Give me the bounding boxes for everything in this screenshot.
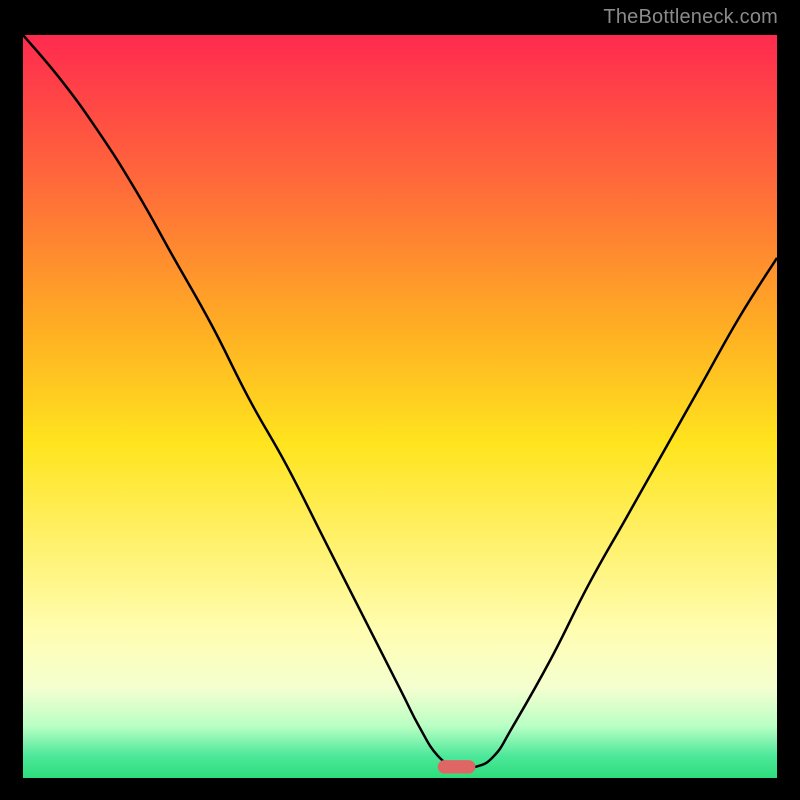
plot-svg <box>23 35 777 778</box>
plot-area <box>23 35 777 778</box>
gradient-background <box>23 35 777 778</box>
watermark-text: TheBottleneck.com <box>603 6 778 29</box>
optimal-marker <box>438 760 476 773</box>
chart-container: TheBottleneck.com <box>0 0 800 800</box>
